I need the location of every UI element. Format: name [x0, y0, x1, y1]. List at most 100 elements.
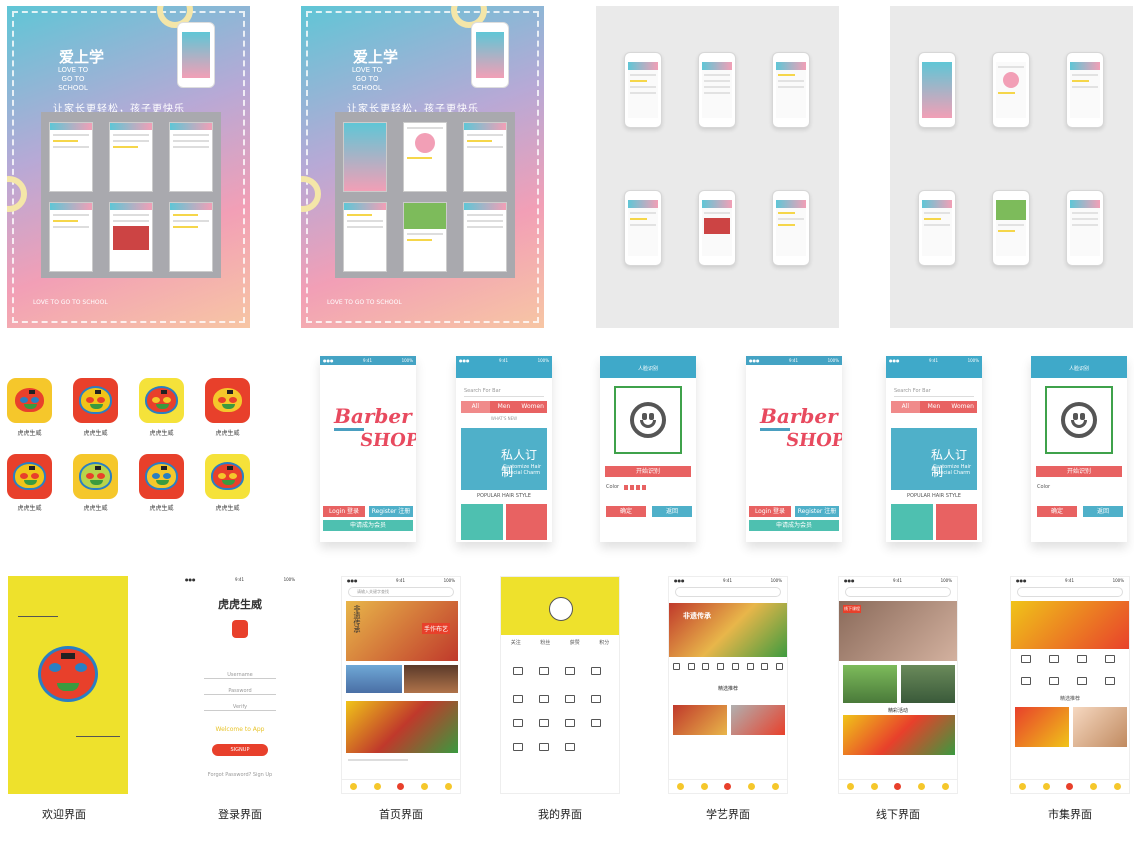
card-icon[interactable]: [591, 695, 601, 703]
bottom-nav[interactable]: [1011, 779, 1129, 793]
icon-label: 虎虎生威: [149, 430, 174, 437]
search-input[interactable]: Search For Bar: [894, 386, 974, 397]
icon-label: 虎虎生威: [215, 430, 240, 437]
search-input[interactable]: [845, 587, 951, 597]
poster-en: LOVE TO GO TO SCHOOL: [351, 66, 383, 92]
promo-banner[interactable]: 私人订制 Customize Hair Special Charm: [891, 428, 977, 490]
start-scan-button[interactable]: 开始识别: [605, 466, 691, 477]
scissors-icon: [760, 428, 790, 436]
password-field[interactable]: Password: [204, 688, 276, 695]
chat-icon[interactable]: [565, 743, 575, 751]
member-button[interactable]: 申请成为会员: [323, 520, 413, 531]
member-button[interactable]: 申请成为会员: [749, 520, 839, 531]
course-thumb[interactable]: [731, 705, 785, 735]
profile-screen: 关注 粉丝 获赞 积分: [500, 576, 620, 794]
tab-all[interactable]: All: [891, 401, 920, 413]
icon-label: 虎虎生威: [83, 505, 108, 512]
event-thumb[interactable]: [901, 665, 955, 703]
home-screen: ●●● 9:41 100% 请输入关键字查找 非遗传承 手作布艺: [341, 576, 461, 794]
shop-logo: SHOP: [784, 430, 842, 451]
login-button[interactable]: Login 登录: [749, 506, 791, 517]
avatar-icon[interactable]: [549, 597, 573, 621]
search-input[interactable]: [1017, 587, 1123, 597]
bottom-nav[interactable]: [342, 779, 460, 793]
login-button[interactable]: Login 登录: [323, 506, 365, 517]
category-icon[interactable]: [1105, 655, 1115, 663]
category-icon[interactable]: [1049, 655, 1059, 663]
forgot-link[interactable]: Forgot Password? Sign Up: [180, 772, 300, 778]
users-icon[interactable]: [513, 719, 523, 727]
tab-women[interactable]: Women: [948, 401, 977, 413]
bottom-nav[interactable]: [669, 779, 787, 793]
list-icon[interactable]: [565, 667, 575, 675]
confirm-button[interactable]: 确定: [1037, 506, 1077, 517]
barber-login-screen: ●●● 9:41 100% Barber SHOP Login 登录 Registe…: [746, 356, 842, 542]
category-icon[interactable]: [1105, 677, 1115, 685]
search-input[interactable]: 请输入关键字查找: [348, 587, 454, 597]
search-input[interactable]: Search For Bar: [464, 386, 544, 397]
poster-footer: LOVE TO GO TO SCHOOL: [33, 299, 108, 306]
register-button[interactable]: Register 注册: [795, 506, 839, 517]
edit-icon[interactable]: [591, 667, 601, 675]
cart-icon[interactable]: [539, 667, 549, 675]
tiger-app-icon: [7, 454, 52, 499]
promo-banner[interactable]: 私人订制 Customize Hair Special Charm: [461, 428, 547, 490]
category-icon[interactable]: [1049, 677, 1059, 685]
back-button[interactable]: 返回: [652, 506, 692, 517]
feature-image[interactable]: [346, 701, 458, 753]
shop-logo: SHOP: [358, 430, 416, 451]
register-button[interactable]: Register 注册: [369, 506, 413, 517]
face-frame: [1045, 386, 1113, 454]
color-swatches[interactable]: [624, 485, 648, 490]
tab-men[interactable]: Men: [490, 401, 519, 413]
bag-icon[interactable]: [591, 719, 601, 727]
category-icon[interactable]: [1077, 655, 1087, 663]
course-thumb[interactable]: [673, 705, 727, 735]
article-thumb[interactable]: [346, 665, 402, 693]
wallet-icon[interactable]: [513, 695, 523, 703]
icon-label: 虎虎生威: [83, 430, 108, 437]
tiger-app-icon: [73, 454, 118, 499]
tiger-app-icon: [7, 378, 52, 423]
star-icon[interactable]: [513, 743, 523, 751]
product-thumb[interactable]: [1073, 707, 1127, 747]
banner-image[interactable]: 非遗传承: [669, 603, 787, 657]
location-icon[interactable]: [539, 719, 549, 727]
screens-board: [335, 112, 515, 278]
icon-label: 虎虎生威: [17, 430, 42, 437]
product-thumb[interactable]: [1015, 707, 1069, 747]
tiger-app-icon: [139, 454, 184, 499]
barber-home-screen: ●●● 9:41 100% Search For Bar All Men Women…: [886, 356, 982, 542]
bottom-nav[interactable]: [839, 779, 957, 793]
order-icon[interactable]: [513, 667, 523, 675]
category-row[interactable]: [673, 663, 783, 677]
back-button[interactable]: 返回: [1083, 506, 1123, 517]
category-icon[interactable]: [1021, 655, 1031, 663]
confirm-button[interactable]: 确定: [606, 506, 646, 517]
username-field[interactable]: Username: [204, 672, 276, 679]
banner-image[interactable]: [1011, 601, 1129, 649]
event-thumb[interactable]: [843, 665, 897, 703]
folder-icon[interactable]: [565, 695, 575, 703]
screen-caption: 线下界面: [876, 808, 920, 821]
barber-logo: Barber: [760, 404, 838, 428]
search-input[interactable]: [675, 587, 781, 597]
tab-women[interactable]: Women: [518, 401, 547, 413]
section-title: 精彩活动: [887, 708, 908, 714]
section-title: 精选推荐: [1059, 696, 1080, 702]
article-thumb[interactable]: [404, 665, 458, 693]
start-scan-button[interactable]: 开始识别: [1036, 466, 1122, 477]
tab-men[interactable]: Men: [920, 401, 949, 413]
category-icon[interactable]: [1077, 677, 1087, 685]
verify-field[interactable]: Verify: [204, 704, 276, 711]
banner-image[interactable]: 线下课程: [839, 601, 957, 661]
mic-icon[interactable]: [539, 743, 549, 751]
home-icon[interactable]: [565, 719, 575, 727]
poster-en: LOVE TO GO TO SCHOOL: [57, 66, 89, 92]
activity-image[interactable]: [843, 715, 955, 755]
banner-image[interactable]: 非遗传承 手作布艺: [346, 601, 458, 661]
category-icon[interactable]: [1021, 677, 1031, 685]
message-icon[interactable]: [539, 695, 549, 703]
signup-button[interactable]: SIGNUP: [212, 744, 268, 756]
tab-all[interactable]: All: [461, 401, 490, 413]
